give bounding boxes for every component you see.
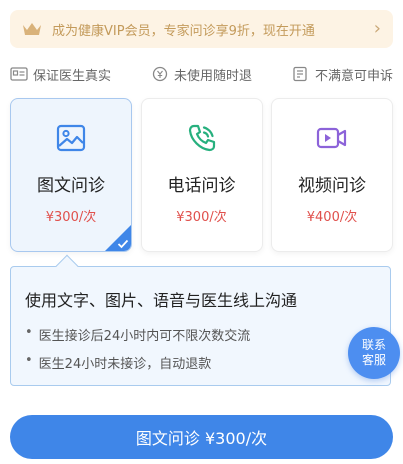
complaint-icon <box>293 66 307 82</box>
guarantee-bar: 保证医生真实 未使用随时退 不满意可申诉 <box>10 60 393 88</box>
service-card-video[interactable]: 视频问诊 ¥400/次 <box>271 98 393 252</box>
service-options: 图文问诊 ¥300/次 电话问诊 ¥300/次 视频问诊 ¥400/次 <box>10 98 393 252</box>
service-title: 视频问诊 <box>298 176 366 196</box>
contact-label-line2: 客服 <box>361 353 386 367</box>
guarantee-item: 未使用随时退 <box>151 65 252 84</box>
description-bullet: • 医生24小时未接诊，自动退款 <box>25 353 376 372</box>
service-title: 图文问诊 <box>37 176 105 196</box>
check-icon <box>117 239 129 249</box>
bullet-text: 医生接诊后24小时内可不限次数交流 <box>38 329 251 344</box>
video-icon <box>316 127 347 149</box>
bullet-text: 医生24小时未接诊，自动退款 <box>38 357 212 372</box>
crown-icon <box>23 23 41 35</box>
consult-button-label: 图文问诊 ¥300/次 <box>135 429 268 448</box>
service-title: 电话问诊 <box>167 176 236 196</box>
description-pointer <box>55 254 79 278</box>
description-bullet: • 医生接诊后24小时内可不限次数交流 <box>25 325 376 344</box>
service-price: ¥300/次 <box>176 210 227 225</box>
chevron-right-icon: › <box>373 18 381 39</box>
image-icon <box>56 124 86 152</box>
guarantee-label: 不满意可申诉 <box>314 68 393 84</box>
guarantee-label: 保证医生真实 <box>33 68 112 84</box>
service-description: 使用文字、图片、语音与医生线上沟通 • 医生接诊后24小时内可不限次数交流 • … <box>10 254 391 386</box>
consult-submit-button[interactable]: 图文问诊 ¥300/次 <box>10 415 393 459</box>
service-card-text[interactable]: 图文问诊 ¥300/次 <box>10 98 132 252</box>
service-price: ¥300/次 <box>45 210 97 225</box>
contact-support-button[interactable]: 联系 客服 <box>348 327 400 379</box>
id-card-icon <box>10 67 28 81</box>
guarantee-item: 保证医生真实 <box>10 65 111 84</box>
vip-banner[interactable]: 成为健康VIP会员，专家问诊享9折，现在开通 › <box>10 10 393 48</box>
guarantee-item: 不满意可申诉 <box>292 65 393 84</box>
phone-icon <box>188 124 215 152</box>
bullet-dot: • <box>25 353 33 368</box>
description-title: 使用文字、图片、语音与医生线上沟通 <box>25 291 298 310</box>
vip-banner-text: 成为健康VIP会员，专家问诊享9折，现在开通 <box>52 23 315 39</box>
contact-label-line1: 联系 <box>361 338 386 352</box>
service-price: ¥400/次 <box>306 210 358 225</box>
refund-icon <box>152 66 168 82</box>
guarantee-label: 未使用随时退 <box>173 68 252 84</box>
service-card-phone[interactable]: 电话问诊 ¥300/次 <box>140 98 263 252</box>
bullet-dot: • <box>25 325 33 340</box>
